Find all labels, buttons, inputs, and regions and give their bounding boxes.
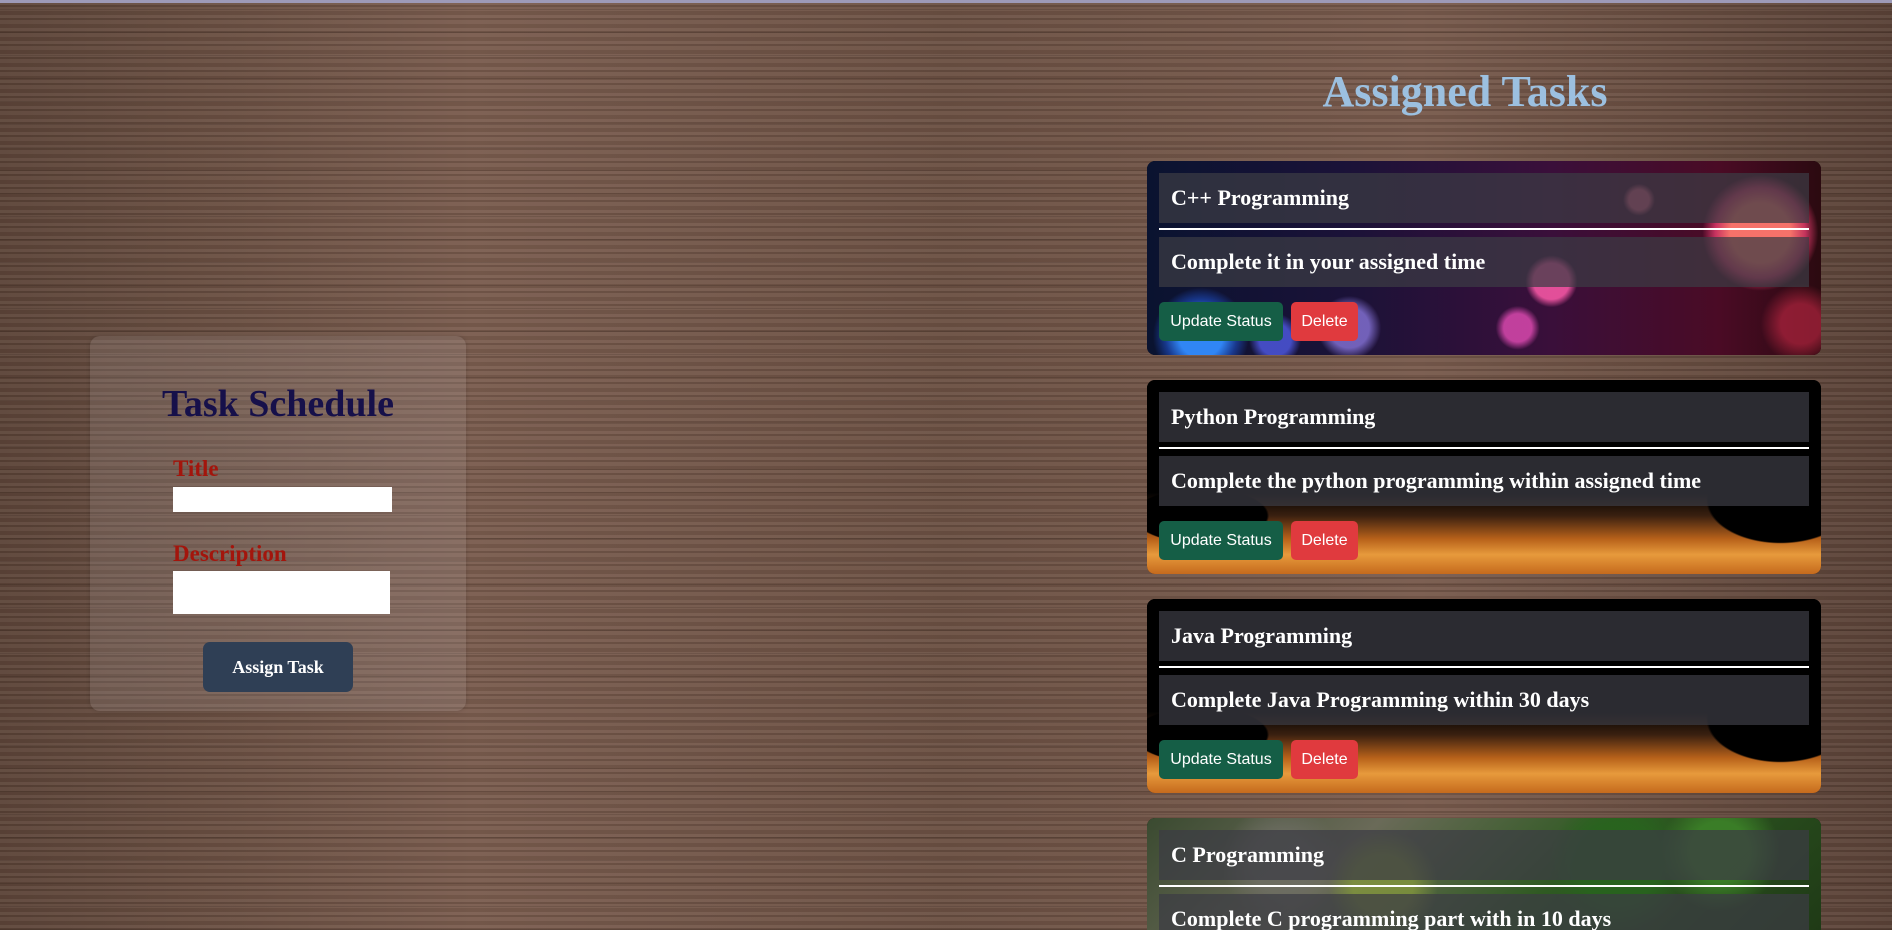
task-title: Java Programming xyxy=(1159,611,1809,661)
task-description: Complete it in your assigned time xyxy=(1159,237,1809,287)
task-card: Python Programming Complete the python p… xyxy=(1147,380,1821,574)
title-label: Title xyxy=(173,456,219,481)
task-divider xyxy=(1159,228,1809,230)
task-card: Java Programming Complete Java Programmi… xyxy=(1147,599,1821,793)
task-description: Complete Java Programming within 30 days xyxy=(1159,675,1809,725)
task-divider xyxy=(1159,885,1809,887)
update-status-button[interactable]: Update Status xyxy=(1159,302,1283,341)
delete-button[interactable]: Delete xyxy=(1291,302,1358,341)
assigned-tasks-heading: Assigned Tasks xyxy=(1322,67,1608,116)
task-divider xyxy=(1159,666,1809,668)
update-status-button[interactable]: Update Status xyxy=(1159,521,1283,560)
task-card: C++ Programming Complete it in your assi… xyxy=(1147,161,1821,355)
update-status-button[interactable]: Update Status xyxy=(1159,740,1283,779)
task-title: C++ Programming xyxy=(1159,173,1809,223)
description-label: Description xyxy=(173,541,287,566)
task-description: Complete C programming part with in 10 d… xyxy=(1159,894,1809,930)
task-title: Python Programming xyxy=(1159,392,1809,442)
task-title: C Programming xyxy=(1159,830,1809,880)
delete-button[interactable]: Delete xyxy=(1291,521,1358,560)
task-description: Complete the python programming within a… xyxy=(1159,456,1809,506)
task-form: Task Schedule Title Description Assign T… xyxy=(90,336,466,711)
assign-task-button[interactable]: Assign Task xyxy=(203,642,353,692)
description-input[interactable] xyxy=(173,571,390,614)
title-input[interactable] xyxy=(173,487,392,512)
task-divider xyxy=(1159,447,1809,449)
task-card: C Programming Complete C programming par… xyxy=(1147,818,1821,930)
form-title: Task Schedule xyxy=(162,383,394,425)
window-top-border xyxy=(0,0,1892,3)
delete-button[interactable]: Delete xyxy=(1291,740,1358,779)
